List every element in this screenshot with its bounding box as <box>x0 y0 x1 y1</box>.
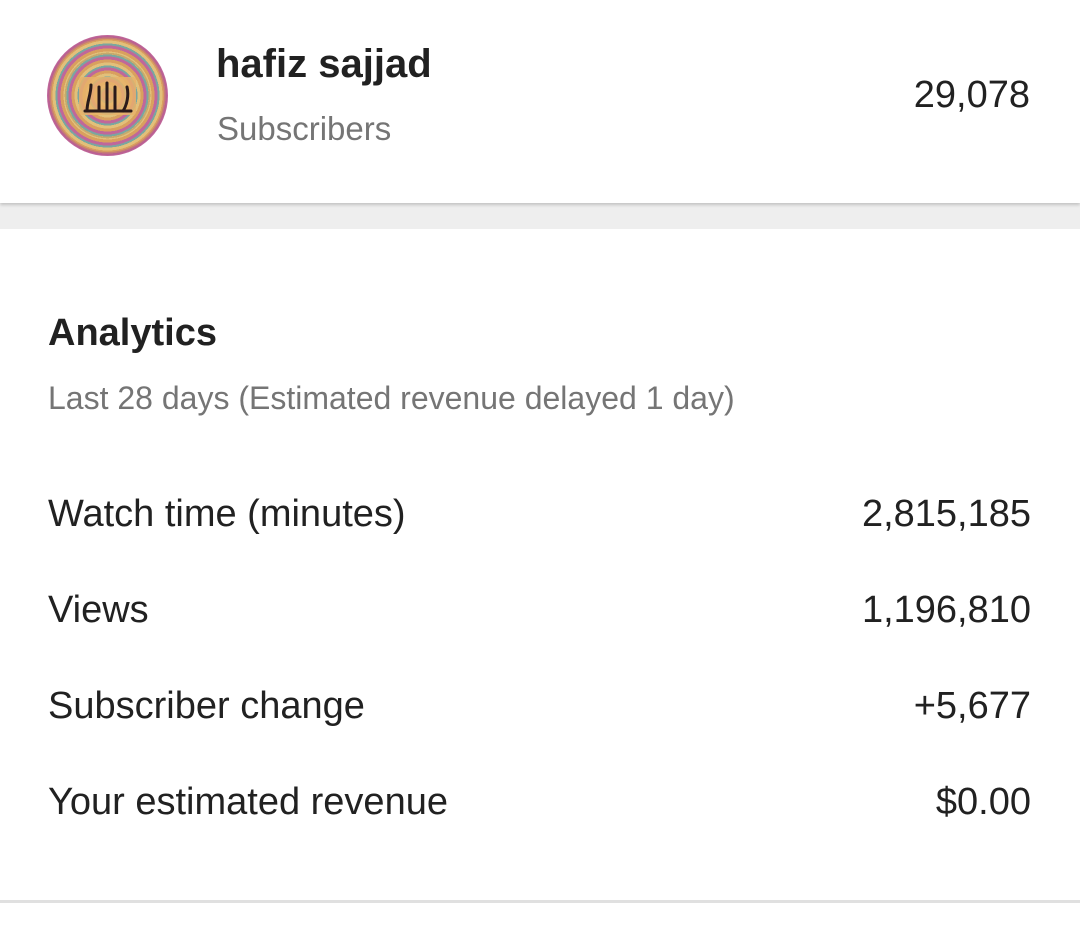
section-separator <box>0 203 1080 229</box>
channel-header[interactable]: hafiz sajjad Subscribers 29,078 <box>0 0 1080 203</box>
analytics-period-subtitle: Last 28 days (Estimated revenue delayed … <box>48 380 735 416</box>
analytics-title: Analytics <box>48 312 217 354</box>
metric-value: +5,677 <box>913 685 1031 727</box>
metric-row-subscriber-change[interactable]: Subscriber change +5,677 <box>48 676 1031 736</box>
calligraphy-avatar-icon <box>48 36 167 155</box>
metric-value: 1,196,810 <box>861 589 1031 631</box>
metric-row-estimated-revenue[interactable]: Your estimated revenue $0.00 <box>48 772 1031 832</box>
analytics-card[interactable]: Analytics Last 28 days (Estimated revenu… <box>0 229 1080 901</box>
metric-row-watch-time[interactable]: Watch time (minutes) 2,815,185 <box>48 484 1031 544</box>
bottom-area <box>0 903 1080 934</box>
metric-label: Watch time (minutes) <box>48 493 406 535</box>
channel-avatar[interactable] <box>47 35 168 156</box>
analytics-screen: hafiz sajjad Subscribers 29,078 Analytic… <box>0 0 1080 934</box>
metric-value: $0.00 <box>935 781 1031 823</box>
metric-label: Subscriber change <box>48 685 365 727</box>
channel-name[interactable]: hafiz sajjad <box>216 42 432 87</box>
metric-value: 2,815,185 <box>861 493 1031 535</box>
metric-label: Views <box>48 589 149 631</box>
subscribers-label: Subscribers <box>217 110 392 147</box>
metric-row-views[interactable]: Views 1,196,810 <box>48 580 1031 640</box>
subscribers-count: 29,078 <box>913 74 1030 116</box>
metric-label: Your estimated revenue <box>48 781 448 823</box>
